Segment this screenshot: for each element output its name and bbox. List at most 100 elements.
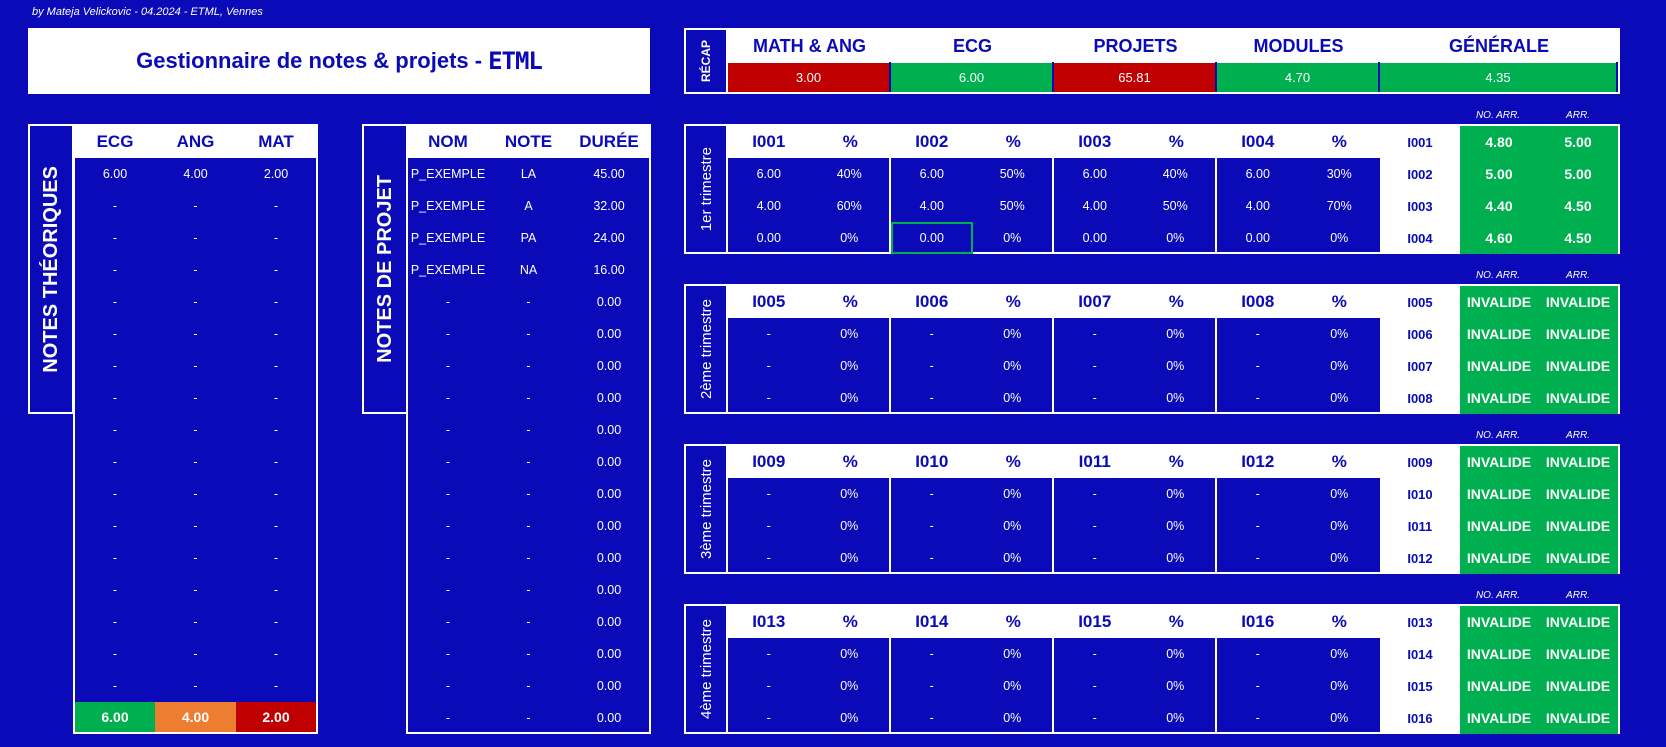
- trimester-cell[interactable]: -: [1054, 702, 1136, 734]
- theory-cell[interactable]: -: [155, 446, 236, 478]
- theory-cell[interactable]: -: [75, 446, 155, 478]
- trimester-cell[interactable]: -: [1217, 382, 1299, 414]
- theory-cell[interactable]: -: [75, 478, 155, 510]
- theory-cell[interactable]: -: [236, 574, 316, 606]
- theory-cell[interactable]: -: [75, 318, 155, 350]
- project-cell[interactable]: -: [408, 414, 488, 446]
- trimester-cell[interactable]: 0.00: [728, 222, 810, 254]
- trimester-cell[interactable]: 0%: [1136, 638, 1217, 670]
- project-cell[interactable]: -: [488, 382, 569, 414]
- project-cell[interactable]: 0.00: [569, 542, 649, 574]
- project-cell[interactable]: -: [408, 318, 488, 350]
- theory-cell[interactable]: -: [155, 542, 236, 574]
- trimester-cell[interactable]: 6.00: [1054, 158, 1136, 190]
- trimester-cell[interactable]: -: [1217, 510, 1299, 542]
- theory-cell[interactable]: -: [75, 638, 155, 670]
- project-cell[interactable]: 16.00: [569, 254, 649, 286]
- trimester-cell[interactable]: 0%: [973, 542, 1054, 574]
- trimester-cell[interactable]: 0%: [973, 478, 1054, 510]
- project-cell[interactable]: -: [488, 350, 569, 382]
- theory-cell[interactable]: -: [236, 222, 316, 254]
- trimester-cell[interactable]: 0.00: [1054, 222, 1136, 254]
- trimester-cell[interactable]: 0%: [1136, 382, 1217, 414]
- project-cell[interactable]: 45.00: [569, 158, 649, 190]
- theory-cell[interactable]: -: [236, 318, 316, 350]
- trimester-cell[interactable]: -: [1217, 350, 1299, 382]
- trimester-cell[interactable]: 0%: [1299, 670, 1381, 702]
- trimester-cell[interactable]: 0%: [1299, 542, 1381, 574]
- project-cell[interactable]: 0.00: [569, 286, 649, 318]
- trimester-cell[interactable]: -: [728, 702, 810, 734]
- project-cell[interactable]: -: [488, 286, 569, 318]
- theory-cell[interactable]: -: [75, 190, 155, 222]
- trimester-cell[interactable]: 70%: [1299, 190, 1381, 222]
- trimester-cell[interactable]: -: [1054, 510, 1136, 542]
- theory-cell[interactable]: -: [155, 382, 236, 414]
- project-cell[interactable]: LA: [488, 158, 569, 190]
- project-cell[interactable]: -: [488, 606, 569, 638]
- trimester-cell[interactable]: 40%: [810, 158, 891, 190]
- trimester-cell[interactable]: 0%: [810, 478, 891, 510]
- project-cell[interactable]: P_EXEMPLE: [408, 190, 488, 222]
- trimester-cell[interactable]: 0%: [1299, 478, 1381, 510]
- theory-cell[interactable]: -: [155, 606, 236, 638]
- theory-cell[interactable]: -: [75, 382, 155, 414]
- project-cell[interactable]: -: [408, 286, 488, 318]
- project-cell[interactable]: P_EXEMPLE: [408, 254, 488, 286]
- trimester-cell[interactable]: -: [1054, 670, 1136, 702]
- trimester-cell[interactable]: 0%: [810, 318, 891, 350]
- theory-cell[interactable]: -: [236, 542, 316, 574]
- trimester-cell[interactable]: 0%: [1299, 382, 1381, 414]
- theory-cell[interactable]: -: [155, 286, 236, 318]
- project-cell[interactable]: A: [488, 190, 569, 222]
- theory-cell[interactable]: -: [155, 670, 236, 702]
- trimester-cell[interactable]: -: [728, 638, 810, 670]
- trimester-cell[interactable]: 6.00: [1217, 158, 1299, 190]
- trimester-cell[interactable]: 6.00: [891, 158, 973, 190]
- trimester-cell[interactable]: -: [1217, 702, 1299, 734]
- project-cell[interactable]: -: [408, 702, 488, 734]
- trimester-cell[interactable]: 0%: [810, 702, 891, 734]
- project-cell[interactable]: -: [488, 446, 569, 478]
- project-cell[interactable]: -: [408, 574, 488, 606]
- project-cell[interactable]: -: [488, 638, 569, 670]
- trimester-cell[interactable]: 4.00: [1217, 190, 1299, 222]
- trimester-cell[interactable]: -: [891, 382, 973, 414]
- project-cell[interactable]: P_EXEMPLE: [408, 222, 488, 254]
- trimester-cell[interactable]: 0%: [1299, 702, 1381, 734]
- trimester-cell[interactable]: 0%: [1136, 510, 1217, 542]
- trimester-cell[interactable]: -: [728, 382, 810, 414]
- trimester-cell[interactable]: 0%: [810, 350, 891, 382]
- trimester-cell[interactable]: 0%: [1136, 318, 1217, 350]
- project-cell[interactable]: -: [488, 318, 569, 350]
- project-cell[interactable]: -: [408, 670, 488, 702]
- trimester-cell[interactable]: 40%: [1136, 158, 1217, 190]
- project-cell[interactable]: 0.00: [569, 606, 649, 638]
- theory-cell[interactable]: -: [236, 510, 316, 542]
- trimester-cell[interactable]: 60%: [810, 190, 891, 222]
- project-cell[interactable]: -: [408, 542, 488, 574]
- trimester-cell[interactable]: 0%: [810, 670, 891, 702]
- trimester-cell[interactable]: 0%: [1136, 542, 1217, 574]
- theory-cell[interactable]: 4.00: [155, 158, 236, 190]
- trimester-cell[interactable]: 50%: [973, 190, 1054, 222]
- project-cell[interactable]: -: [488, 574, 569, 606]
- trimester-cell[interactable]: 0%: [973, 382, 1054, 414]
- theory-cell[interactable]: 2.00: [236, 158, 316, 190]
- theory-cell[interactable]: -: [155, 638, 236, 670]
- trimester-cell[interactable]: 0%: [810, 382, 891, 414]
- theory-cell[interactable]: -: [75, 222, 155, 254]
- theory-cell[interactable]: 6.00: [75, 158, 155, 190]
- trimester-cell[interactable]: -: [1054, 638, 1136, 670]
- project-cell[interactable]: 0.00: [569, 670, 649, 702]
- project-cell[interactable]: 0.00: [569, 510, 649, 542]
- theory-cell[interactable]: -: [75, 606, 155, 638]
- trimester-cell[interactable]: 0%: [973, 638, 1054, 670]
- theory-cell[interactable]: -: [236, 382, 316, 414]
- project-cell[interactable]: -: [408, 638, 488, 670]
- project-cell[interactable]: 0.00: [569, 414, 649, 446]
- trimester-cell[interactable]: 0%: [810, 510, 891, 542]
- theory-cell[interactable]: -: [75, 254, 155, 286]
- project-cell[interactable]: 0.00: [569, 638, 649, 670]
- trimester-cell[interactable]: 50%: [1136, 190, 1217, 222]
